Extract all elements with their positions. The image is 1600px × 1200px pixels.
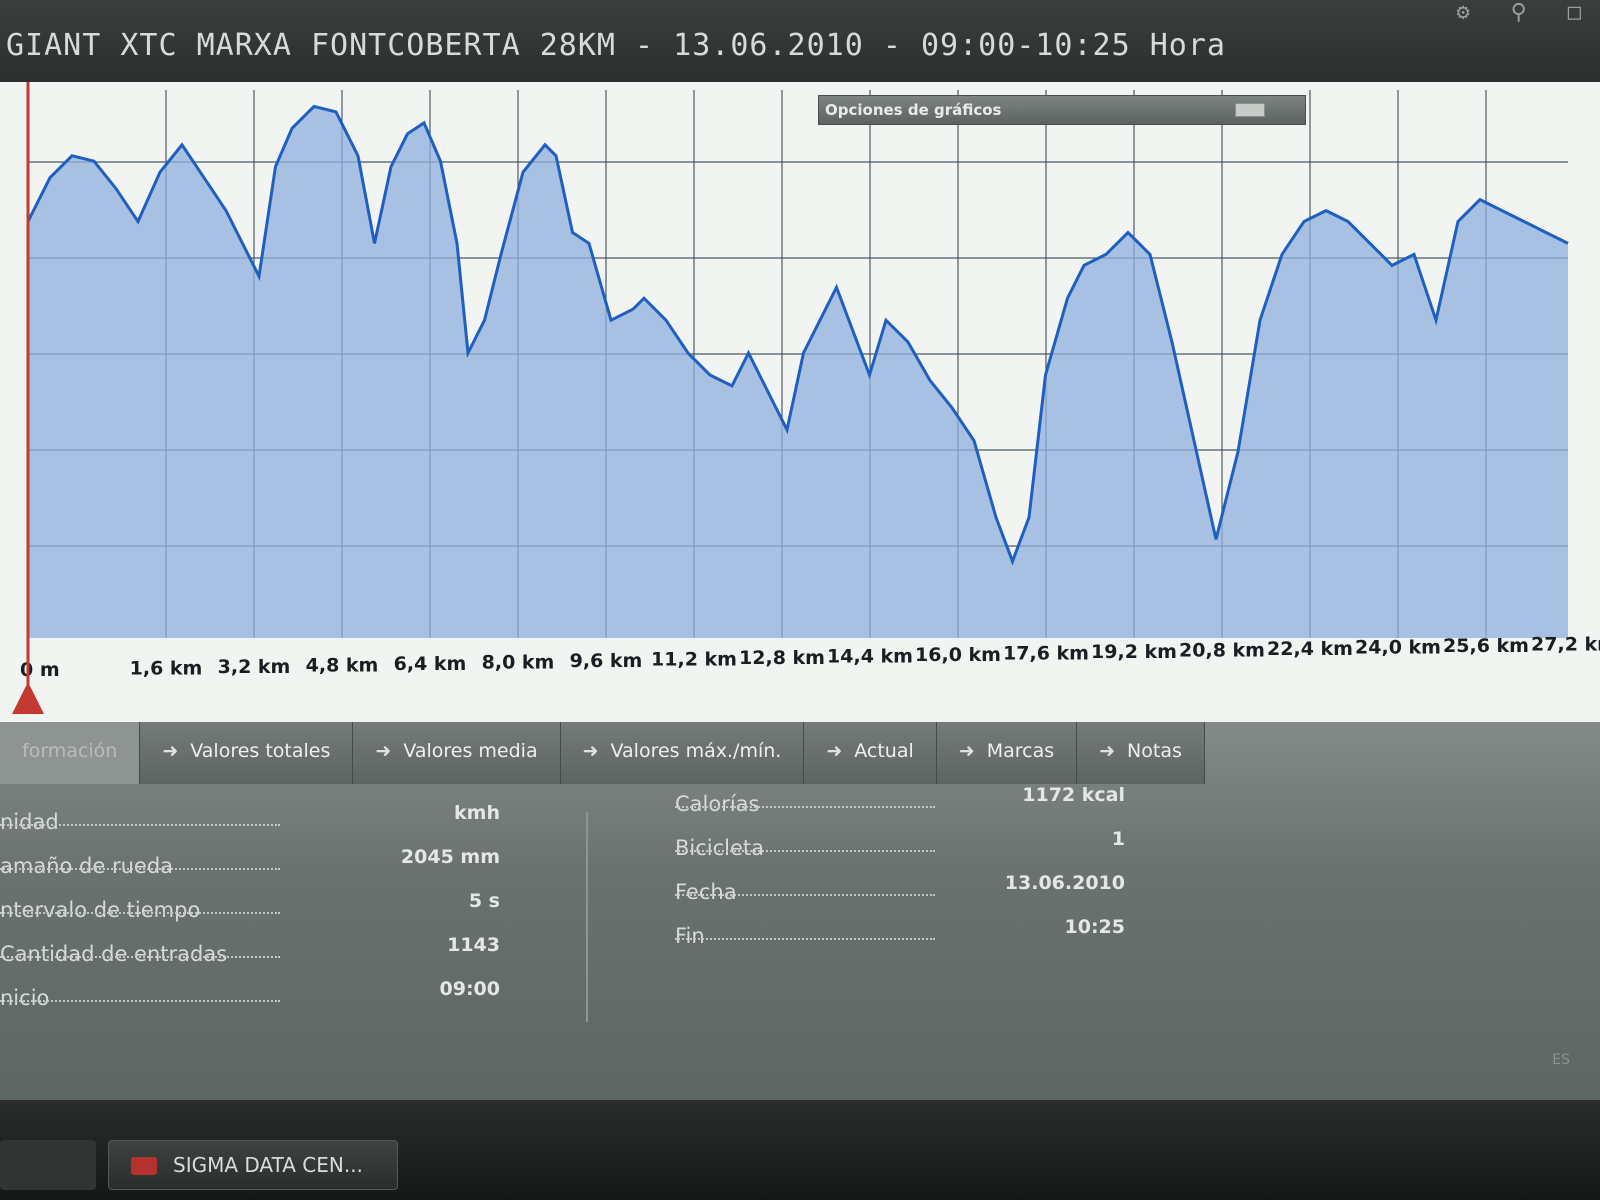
arrow-right-icon: ➜ [582,740,599,762]
info-row-entradas: Cantidad de entradas 1143 [0,934,520,978]
tab-valores-media[interactable]: ➜ Valores media [353,722,561,784]
language-indicator[interactable]: ES [1552,1052,1570,1068]
leader-dots [675,894,935,896]
settings-icon[interactable]: ⚙ [1456,0,1470,25]
x-tick-label: 27,2 km [1531,634,1600,656]
x-tick-label: 6,4 km [394,653,467,675]
arrow-right-icon: ➜ [826,740,843,762]
info-right-column: Calorías 1172 kcal Bicicleta 1 Fecha 13.… [675,784,1135,960]
info-tabs: formación ➜ Valores totales ➜ Valores medi… [0,722,1205,784]
chart-options-panel[interactable]: Opciones de gráficos [818,95,1306,125]
cursor-handle[interactable] [12,682,44,714]
x-tick-label: 12,8 km [739,647,825,669]
leader-dots [0,912,280,914]
info-value: kmh [454,802,500,824]
taskbar-app-label: SIGMA DATA CEN... [173,1153,363,1177]
info-label: Fecha [675,880,737,904]
x-tick-label: 8,0 km [482,652,555,674]
x-tick-label: 24,0 km [1355,637,1441,659]
tab-label: Valores media [403,740,538,762]
info-left-column: nidad kmh amaño de rueda 2045 mm nterval… [0,802,520,1022]
tab-actual[interactable]: ➜ Actual [804,722,937,784]
leader-dots [0,868,280,870]
info-row-unidad: nidad kmh [0,802,520,846]
x-tick-label: 11,2 km [651,649,737,671]
info-row-calorias: Calorías 1172 kcal [675,784,1135,828]
tab-valores-max-min[interactable]: ➜ Valores máx./mín. [560,722,805,784]
leader-dots [675,850,935,852]
column-divider [586,812,588,1022]
info-row-intervalo: ntervalo de tiempo 5 s [0,890,520,934]
x-tick-label: 16,0 km [915,644,1001,666]
x-tick-label: 20,8 km [1179,640,1265,662]
sigma-app-icon [131,1157,157,1175]
arrow-right-icon: ➜ [375,740,392,762]
x-tick-label: 4,8 km [306,655,379,677]
arrow-right-icon: ➜ [958,740,975,762]
x-tick-label: 0 m [20,659,60,681]
x-tick-label: 17,6 km [1003,643,1089,665]
x-tick-label: 19,2 km [1091,641,1177,663]
info-label: Bicicleta [675,836,765,860]
tab-notas[interactable]: ➜ Notas [1077,722,1205,784]
info-label: Fin [675,924,705,948]
leader-dots [0,956,280,958]
arrow-right-icon: ➜ [1099,740,1116,762]
altitude-chart[interactable]: 0 m 1,6 km 3,2 km 4,8 km 6,4 km 8,0 km 9,6 km 1… [0,82,1600,722]
info-value: 13.06.2010 [1004,872,1125,894]
info-row-fin: Fin 10:25 [675,916,1135,960]
tab-label: formación [22,740,118,762]
tab-label: Notas [1127,740,1182,762]
info-row-tamano-rueda: amaño de rueda 2045 mm [0,846,520,890]
chart-area[interactable]: 0 m 1,6 km 3,2 km 4,8 km 6,4 km 8,0 km 9,6 km 1… [0,82,1600,722]
minimize-icon[interactable] [1235,103,1265,117]
x-tick-label: 25,6 km [1443,635,1529,657]
info-value: 1 [1111,828,1125,850]
window-titlebar: GIANT XTC MARXA FONTCOBERTA 28KM - 13.06… [0,0,1600,82]
info-label: amaño de rueda [0,854,174,878]
info-value: 5 s [468,890,500,912]
leader-dots [675,938,935,940]
tab-label: Marcas [986,740,1055,762]
tab-label: Actual [854,740,914,762]
info-label: ntervalo de tiempo [0,898,201,922]
tab-label: Valores totales [190,740,331,762]
x-tick-label: 14,4 km [827,646,913,668]
info-row-fecha: Fecha 13.06.2010 [675,872,1135,916]
search-icon[interactable]: ⚲ [1511,0,1528,25]
info-label: nicio [0,986,50,1010]
arrow-right-icon: ➜ [162,740,179,762]
taskbar: SIGMA DATA CEN... [0,1100,1600,1200]
x-axis-ticks: 0 m 1,6 km 3,2 km 4,8 km 6,4 km 8,0 km 9,6 km 1… [20,634,1600,682]
info-value: 09:00 [439,978,500,1000]
tab-informacion[interactable]: formación [0,722,141,784]
info-row-inicio: nicio 09:00 [0,978,520,1022]
tab-label: Valores máx./mín. [610,740,782,762]
info-value: 10:25 [1064,916,1125,938]
chart-options-title: Opciones de gráficos [825,101,1002,119]
info-row-bicicleta: Bicicleta 1 [675,828,1135,872]
leader-dots [0,824,280,826]
info-value: 2045 mm [400,846,500,868]
x-tick-label: 1,6 km [130,658,203,680]
taskbar-item[interactable] [0,1140,96,1190]
leader-dots [675,806,935,808]
window-controls: ⚙ ⚲ □ [1456,0,1582,25]
system-tray: ES [1552,1052,1570,1068]
info-value: 1143 [447,934,500,956]
tab-marcas[interactable]: ➜ Marcas [936,722,1078,784]
tab-valores-totales[interactable]: ➜ Valores totales [140,722,354,784]
window-title: GIANT XTC MARXA FONTCOBERTA 28KM - 13.06… [6,28,1226,63]
x-tick-label: 9,6 km [570,650,643,672]
info-label: nidad [0,810,59,834]
info-label: Cantidad de entradas [0,942,228,966]
leader-dots [0,1000,280,1002]
x-tick-label: 3,2 km [218,656,291,678]
info-panel: formación ➜ Valores totales ➜ Valores medi… [0,722,1600,1100]
x-tick-label: 22,4 km [1267,638,1353,660]
maximize-icon[interactable]: □ [1568,0,1582,25]
info-value: 1172 kcal [1022,784,1125,806]
info-label: Calorías [675,792,760,816]
taskbar-app-button[interactable]: SIGMA DATA CEN... [108,1140,398,1190]
